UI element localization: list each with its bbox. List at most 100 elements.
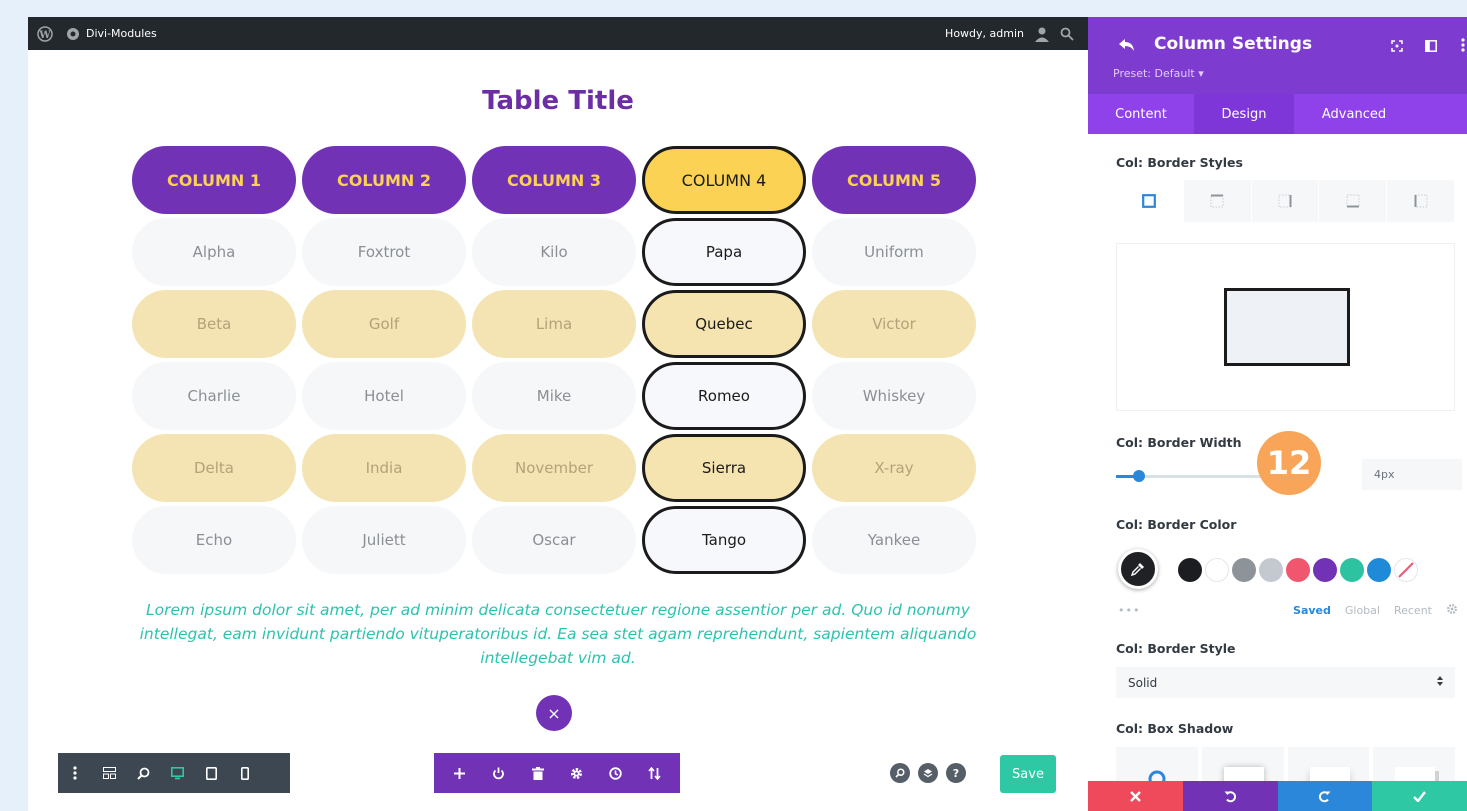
site-name-link[interactable]: Divi-Modules xyxy=(66,27,157,41)
border-style-select[interactable]: Solid xyxy=(1116,667,1455,698)
zoom-icon[interactable] xyxy=(136,766,150,780)
table-cell[interactable]: Yankee xyxy=(812,506,976,574)
swatch-light-gray[interactable] xyxy=(1259,558,1283,582)
swatch-white[interactable] xyxy=(1205,558,1229,582)
save-changes-button[interactable] xyxy=(1372,781,1467,811)
table-cell[interactable]: X-ray xyxy=(812,434,976,502)
table-row: Delta India November Sierra X-ray xyxy=(132,434,982,502)
border-top-tab[interactable] xyxy=(1183,180,1251,222)
column-settings-panel: Column Settings Preset: Default ▾ Conten… xyxy=(1088,17,1467,811)
sort-icon[interactable] xyxy=(648,766,662,780)
tab-design[interactable]: Design xyxy=(1194,94,1294,134)
table-cell[interactable]: Mike xyxy=(472,362,636,430)
border-preview xyxy=(1116,243,1455,411)
palette-more-icon[interactable]: ••• xyxy=(1118,604,1140,617)
kebab-icon[interactable] xyxy=(68,766,82,780)
layers-icon[interactable] xyxy=(918,763,938,783)
trash-icon[interactable] xyxy=(531,766,545,780)
slider-thumb[interactable] xyxy=(1133,470,1145,482)
table-cell-highlighted[interactable]: Papa xyxy=(642,218,806,286)
power-icon[interactable] xyxy=(492,766,506,780)
swatch-black[interactable] xyxy=(1178,558,1202,582)
redo-button[interactable] xyxy=(1277,781,1373,811)
table-description[interactable]: Lorem ipsum dolor sit amet, per ad minim… xyxy=(128,598,988,670)
search-icon[interactable] xyxy=(890,763,910,783)
more-options-icon[interactable] xyxy=(1459,37,1467,56)
close-section-button[interactable]: × xyxy=(536,695,572,731)
undo-button[interactable] xyxy=(1182,781,1278,811)
swatch-none[interactable] xyxy=(1394,558,1418,582)
tab-advanced[interactable]: Advanced xyxy=(1294,94,1414,134)
gear-icon[interactable] xyxy=(570,766,584,780)
palette-tab-recent[interactable]: Recent xyxy=(1394,604,1432,617)
table-cell[interactable]: India xyxy=(302,434,466,502)
history-icon[interactable] xyxy=(609,766,623,780)
table-cell[interactable]: Charlie xyxy=(132,362,296,430)
column-header[interactable]: COLUMN 3 xyxy=(472,146,636,214)
table-row: Echo Juliett Oscar Tango Yankee xyxy=(132,506,982,574)
border-right-tab[interactable] xyxy=(1251,180,1319,222)
table-cell[interactable]: Victor xyxy=(812,290,976,358)
table-cell[interactable]: November xyxy=(472,434,636,502)
table-cell[interactable]: Kilo xyxy=(472,218,636,286)
border-style-value: Solid xyxy=(1128,675,1158,690)
table-cell[interactable]: Lima xyxy=(472,290,636,358)
phone-icon[interactable] xyxy=(238,766,252,780)
wordpress-logo-icon[interactable]: W xyxy=(28,25,62,42)
back-arrow-icon[interactable] xyxy=(1118,37,1136,56)
column-header[interactable]: COLUMN 2 xyxy=(302,146,466,214)
help-icon[interactable]: ? xyxy=(946,763,966,783)
table-cell[interactable]: Golf xyxy=(302,290,466,358)
table-cell[interactable]: Delta xyxy=(132,434,296,502)
swatch-teal[interactable] xyxy=(1340,558,1364,582)
table-cell[interactable]: Whiskey xyxy=(812,362,976,430)
discard-button[interactable] xyxy=(1088,781,1183,811)
panel-header: Column Settings Preset: Default ▾ xyxy=(1088,17,1467,94)
table-cell[interactable]: Uniform xyxy=(812,218,976,286)
border-width-input[interactable]: 4px xyxy=(1362,459,1462,490)
user-avatar-icon[interactable] xyxy=(1034,26,1050,42)
swatch-blue[interactable] xyxy=(1367,558,1391,582)
fullscreen-icon[interactable] xyxy=(1391,37,1403,56)
save-button[interactable]: Save xyxy=(1000,755,1056,793)
tab-content[interactable]: Content xyxy=(1088,94,1194,134)
desktop-icon[interactable] xyxy=(170,766,184,780)
page-actions-toolbar xyxy=(434,753,680,793)
add-icon[interactable] xyxy=(453,766,467,780)
table-cell[interactable]: Oscar xyxy=(472,506,636,574)
tablet-icon[interactable] xyxy=(204,766,218,780)
border-left-tab[interactable] xyxy=(1387,180,1454,222)
dashboard-icon xyxy=(66,27,80,41)
palette-settings-icon[interactable] xyxy=(1446,603,1458,618)
column-header[interactable]: COLUMN 1 xyxy=(132,146,296,214)
greeting[interactable]: Howdy, admin xyxy=(945,27,1024,40)
border-all-sides-tab[interactable] xyxy=(1116,180,1183,222)
page-canvas: Table Title COLUMN 1 COLUMN 2 COLUMN 3 C… xyxy=(28,50,1088,811)
table-cell[interactable]: Beta xyxy=(132,290,296,358)
table-title[interactable]: Table Title xyxy=(28,86,1088,116)
table-cell[interactable]: Foxtrot xyxy=(302,218,466,286)
table-cell[interactable]: Hotel xyxy=(302,362,466,430)
table-cell[interactable]: Alpha xyxy=(132,218,296,286)
table-cell-highlighted[interactable]: Romeo xyxy=(642,362,806,430)
palette-tab-saved[interactable]: Saved xyxy=(1293,604,1331,617)
wireframe-icon[interactable] xyxy=(102,766,116,780)
preset-selector[interactable]: Preset: Default ▾ xyxy=(1113,67,1204,80)
swatch-purple[interactable] xyxy=(1313,558,1337,582)
palette-tab-global[interactable]: Global xyxy=(1345,604,1380,617)
svg-text:W: W xyxy=(38,30,51,41)
table-cell[interactable]: Echo xyxy=(132,506,296,574)
table-cell-highlighted[interactable]: Tango xyxy=(642,506,806,574)
swatch-gray[interactable] xyxy=(1232,558,1256,582)
sidebar-toggle-icon[interactable] xyxy=(1425,37,1437,56)
column-header-highlighted[interactable]: COLUMN 4 xyxy=(642,146,806,214)
table-cell-highlighted[interactable]: Quebec xyxy=(642,290,806,358)
table-cell[interactable]: Juliett xyxy=(302,506,466,574)
table-cell-highlighted[interactable]: Sierra xyxy=(642,434,806,502)
redo-icon xyxy=(1319,790,1331,802)
border-bottom-tab[interactable] xyxy=(1319,180,1387,222)
column-header[interactable]: COLUMN 5 xyxy=(812,146,976,214)
color-picker-button[interactable] xyxy=(1118,549,1158,589)
search-icon[interactable] xyxy=(1060,27,1074,41)
swatch-pink[interactable] xyxy=(1286,558,1310,582)
